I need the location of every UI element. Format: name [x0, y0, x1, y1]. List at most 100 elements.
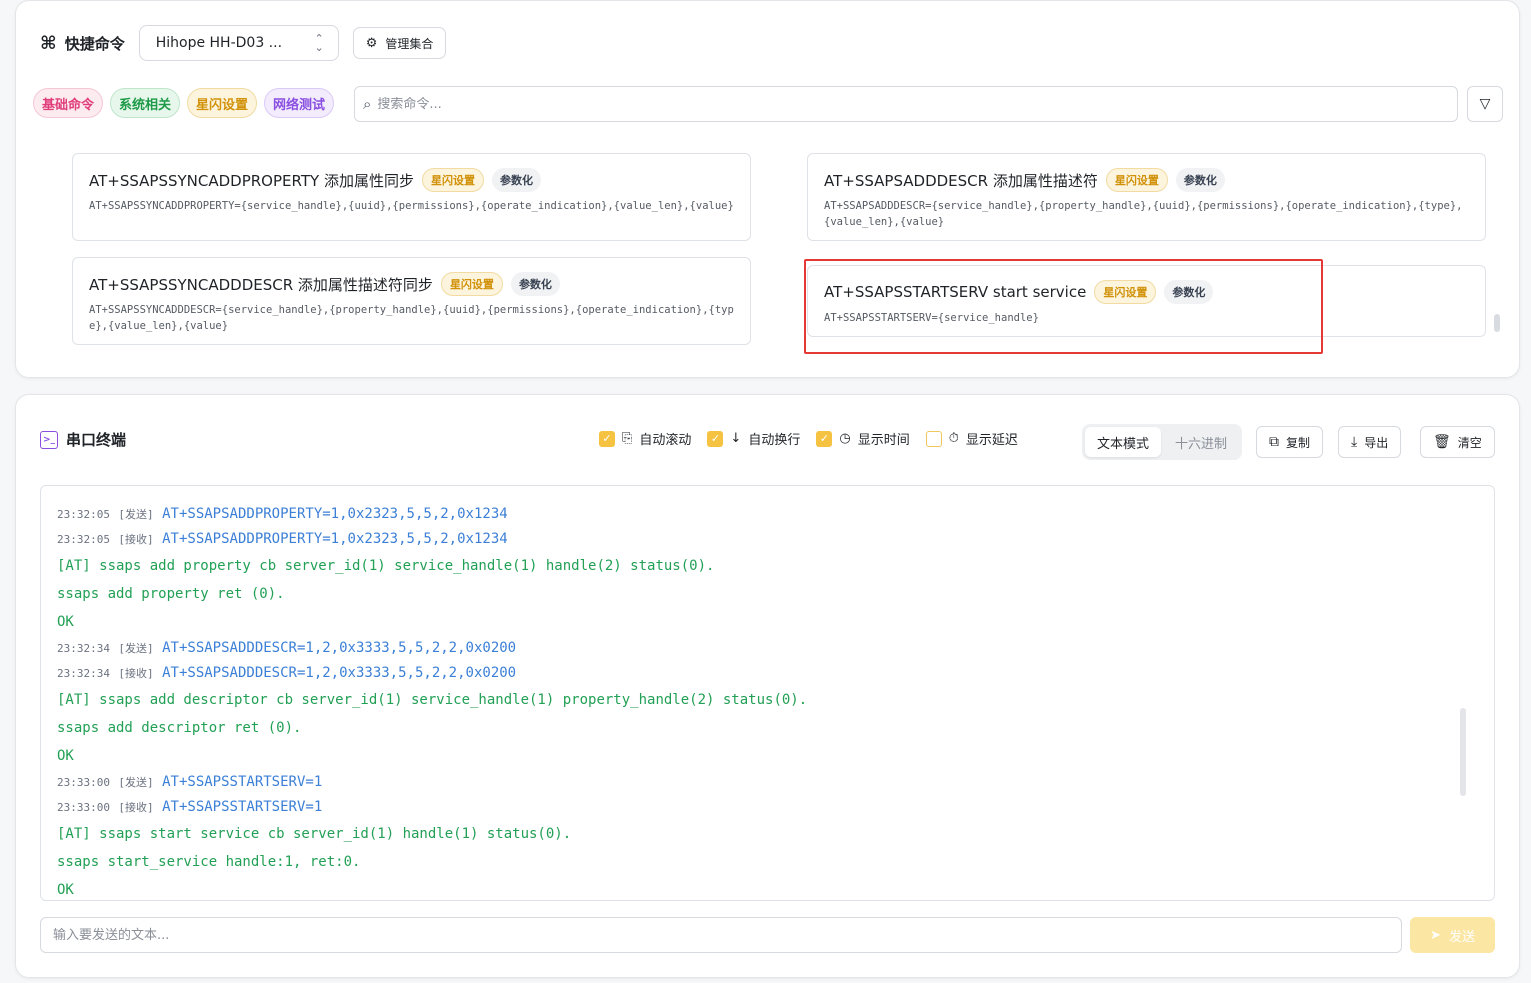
- log-timestamp: 23:33:00: [57, 801, 110, 814]
- send-input[interactable]: [40, 917, 1402, 953]
- category-badge: 星闪设置: [440, 272, 503, 296]
- parameterized-badge: 参数化: [1164, 280, 1214, 304]
- log-command: AT+SSAPSADDPROPERTY=1,0x2323,5,5,2,0x123…: [162, 531, 508, 547]
- terminal-log[interactable]: 23:32:05 [发送] AT+SSAPSADDPROPERTY=1,0x23…: [40, 485, 1495, 901]
- show-delay-label: 显示延迟: [965, 433, 1018, 448]
- device-select-value: Hihope HH-D03 ...: [155, 35, 283, 51]
- command-syntax: AT+SSAPSSYNCADDPROPERTY={service_handle}…: [89, 200, 734, 212]
- command-card[interactable]: AT+SSAPSSTARTSERV start service 星闪设置 参数化…: [807, 265, 1486, 337]
- trash-icon: 🗑: [1433, 434, 1451, 450]
- log-line: 23:32:34 [接收] AT+SSAPSADDDESCR=1,2,0x333…: [57, 661, 1478, 686]
- parameterized-badge: 参数化: [491, 168, 541, 192]
- command-icon: ⌘: [40, 32, 57, 54]
- quick-commands-header: ⌘ 快捷命令 Hihope HH-D03 ... ⌃ ⌄ ⚙ 管理集合: [40, 25, 447, 61]
- auto-wrap-checkbox[interactable]: ✓: [707, 430, 724, 447]
- log-line: [AT] ssaps add property cb server_id(1) …: [57, 558, 715, 574]
- log-timestamp: 23:32:34: [57, 642, 110, 655]
- command-search: ⌕: [354, 86, 1458, 122]
- log-timestamp: 23:33:00: [57, 776, 110, 789]
- log-line: 23:32:34 [发送] AT+SSAPSADDDESCR=1,2,0x333…: [57, 636, 1478, 661]
- sliders-icon: ⚙: [365, 35, 378, 51]
- filter-button[interactable]: ▽: [1467, 86, 1503, 122]
- log-line: OK: [57, 882, 74, 898]
- command-card[interactable]: AT+SSAPSADDDESCR 添加属性描述符 星闪设置 参数化 AT+SSA…: [807, 153, 1486, 241]
- command-name: AT+SSAPSSYNCADDDESCR 添加属性描述符同步: [89, 275, 433, 294]
- log-line: 23:33:00 [发送] AT+SSAPSSTARTSERV=1: [57, 770, 1478, 795]
- log-line: 23:32:05 [接收] AT+SSAPSADDPROPERTY=1,0x23…: [57, 527, 1478, 552]
- log-line: 23:32:05 [发送] AT+SSAPSADDPROPERTY=1,0x23…: [57, 502, 1478, 527]
- category-badge: 星闪设置: [1094, 280, 1157, 304]
- log-line: [AT] ssaps add descriptor cb server_id(1…: [57, 692, 808, 708]
- log-command: AT+SSAPSSTARTSERV=1: [162, 774, 323, 790]
- copy-icon: ⧉: [1269, 434, 1279, 450]
- command-syntax: AT+SSAPSSTARTSERV={service_handle}: [824, 312, 1039, 324]
- show-delay-option[interactable]: ⏱ 显示延迟: [925, 429, 1018, 448]
- copy-button[interactable]: ⧉ 复制: [1256, 426, 1324, 458]
- log-command: AT+SSAPSADDDESCR=1,2,0x3333,5,5,2,2,0x02…: [162, 665, 517, 681]
- terminal-options: ✓ ⎘ 自动滚动 ✓ ↓ 自动换行 ✓ ◷ 显示时间 ⏱ 显示延迟: [599, 429, 1018, 448]
- auto-scroll-option[interactable]: ✓ ⎘ 自动滚动: [599, 429, 691, 448]
- timer-icon: ⏱: [948, 431, 959, 446]
- command-name: AT+SSAPSSTARTSERV start service: [824, 283, 1087, 301]
- clear-button[interactable]: 🗑 清空: [1420, 426, 1495, 458]
- parameterized-badge: 参数化: [510, 272, 560, 296]
- terminal-header: >_ 串口终端: [40, 429, 126, 450]
- chevron-up-down-icon: ⌃ ⌄: [314, 32, 324, 54]
- category-badge: 星闪设置: [1105, 168, 1168, 192]
- export-label: 导出: [1364, 435, 1389, 450]
- log-scrollbar[interactable]: [1460, 708, 1466, 796]
- device-select[interactable]: Hihope HH-D03 ... ⌃ ⌄: [138, 25, 339, 61]
- text-mode-tab[interactable]: 文本模式: [1085, 427, 1162, 457]
- auto-wrap-label: 自动换行: [748, 433, 801, 448]
- auto-scroll-checkbox[interactable]: ✓: [599, 430, 615, 447]
- log-direction: [发送]: [118, 508, 154, 521]
- tag-basic-commands[interactable]: 基础命令: [33, 88, 104, 118]
- manage-collection-button[interactable]: ⚙ 管理集合: [352, 27, 447, 59]
- log-direction: [发送]: [118, 642, 154, 655]
- show-time-label: 显示时间: [857, 433, 910, 448]
- log-command: AT+SSAPSADDPROPERTY=1,0x2323,5,5,2,0x123…: [162, 506, 508, 522]
- log-direction: [接收]: [118, 801, 154, 814]
- tag-system[interactable]: 系统相关: [110, 88, 181, 118]
- command-name: AT+SSAPSADDDESCR 添加属性描述符: [824, 171, 1098, 190]
- arrow-down-icon: ↓: [730, 431, 742, 446]
- log-line: [AT] ssaps start service cb server_id(1)…: [57, 826, 572, 842]
- category-badge: 星闪设置: [421, 168, 484, 192]
- cards-scrollbar[interactable]: [1494, 314, 1500, 332]
- log-timestamp: 23:32:05: [57, 508, 110, 521]
- log-timestamp: 23:32:05: [57, 533, 110, 546]
- log-command: AT+SSAPSADDDESCR=1,2,0x3333,5,5,2,2,0x02…: [162, 640, 517, 656]
- download-icon: ⤓: [1351, 434, 1358, 450]
- filter-icon: ▽: [1479, 96, 1491, 112]
- show-delay-checkbox[interactable]: [925, 430, 942, 447]
- auto-wrap-option[interactable]: ✓ ↓ 自动换行: [707, 429, 800, 448]
- log-direction: [接收]: [118, 533, 154, 546]
- send-button[interactable]: ➤ 发送: [1410, 917, 1495, 953]
- command-syntax: AT+SSAPSADDDESCR={service_handle},{prope…: [824, 200, 1463, 228]
- tag-nearlink-settings[interactable]: 星闪设置: [187, 88, 258, 118]
- log-line: ssaps add property ret (0).: [57, 586, 285, 602]
- export-button[interactable]: ⤓ 导出: [1338, 426, 1402, 458]
- command-search-input[interactable]: [377, 96, 1378, 112]
- display-mode-toggle: 文本模式 十六进制: [1082, 424, 1243, 460]
- tag-network-test[interactable]: 网络测试: [264, 88, 335, 118]
- log-line: 23:33:00 [接收] AT+SSAPSSTARTSERV=1: [57, 795, 1478, 820]
- scroll-icon: ⎘: [622, 431, 633, 446]
- show-time-option[interactable]: ✓ ◷ 显示时间: [816, 429, 910, 448]
- send-row: ➤ 发送: [40, 917, 1495, 953]
- log-line: ssaps start_service handle:1, ret:0.: [57, 854, 361, 870]
- log-timestamp: 23:32:34: [57, 667, 110, 680]
- log-direction: [接收]: [118, 667, 154, 680]
- log-line: OK: [57, 614, 74, 630]
- terminal-title: 串口终端: [66, 431, 127, 449]
- quick-commands-panel: ⌘ 快捷命令 Hihope HH-D03 ... ⌃ ⌄ ⚙ 管理集合 基础命令 …: [15, 0, 1520, 378]
- manage-collection-label: 管理集合: [385, 36, 434, 51]
- quick-commands-title: ⌘ 快捷命令: [40, 33, 125, 54]
- hex-mode-tab[interactable]: 十六进制: [1163, 427, 1239, 457]
- command-card[interactable]: AT+SSAPSSYNCADDDESCR 添加属性描述符同步 星闪设置 参数化 …: [72, 257, 751, 345]
- command-card[interactable]: AT+SSAPSSYNCADDPROPERTY 添加属性同步 星闪设置 参数化 …: [72, 153, 751, 241]
- category-tags: 基础命令 系统相关 星闪设置 网络测试: [33, 88, 335, 118]
- serial-terminal-panel: >_ 串口终端 ✓ ⎘ 自动滚动 ✓ ↓ 自动换行 ✓ ◷ 显示时间 ⏱ 显示延…: [15, 394, 1520, 978]
- parameterized-badge: 参数化: [1175, 168, 1225, 192]
- show-time-checkbox[interactable]: ✓: [816, 430, 833, 447]
